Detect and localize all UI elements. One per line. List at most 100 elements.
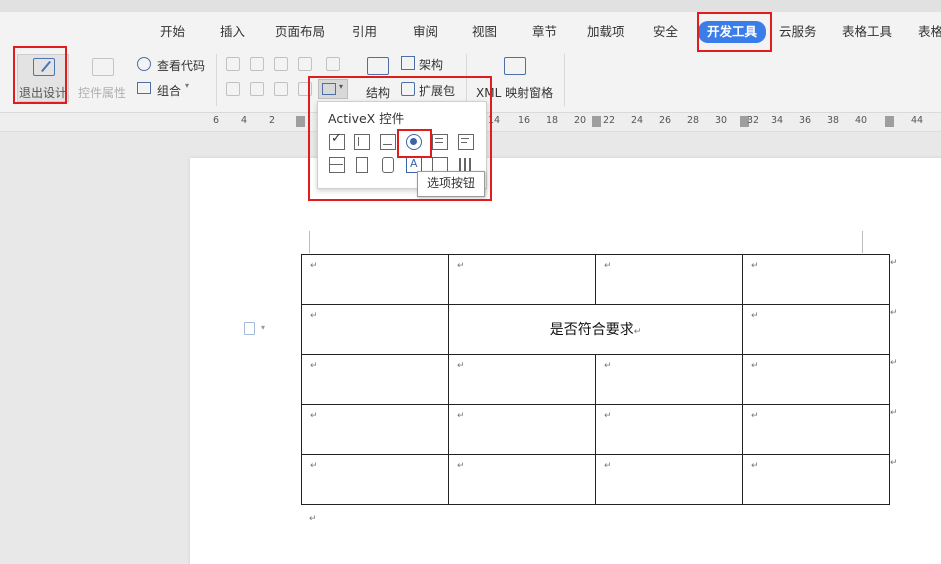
table-cell[interactable]: ↵	[301, 304, 449, 355]
window-top-strip	[0, 0, 941, 12]
ruler-margin-marker[interactable]	[296, 116, 305, 127]
table-row: ↵ ↵ ↵ ↵	[301, 354, 890, 405]
table-cell[interactable]: ↵	[301, 454, 449, 505]
tab-chapter[interactable]: 章节	[532, 22, 557, 42]
ruler-tick-label: 40	[854, 115, 868, 126]
paragraph-mark: ↵	[310, 411, 318, 421]
paragraph-mark: ↵	[310, 461, 318, 471]
paragraph-mark: ↵	[457, 411, 465, 421]
ruler-tick-label: 38	[826, 115, 840, 126]
dropdown-list-control-icon[interactable]	[250, 82, 264, 96]
ruler-tick-label: 44	[910, 115, 924, 126]
table-cell[interactable]: ↵	[448, 254, 596, 305]
ruler-tick-label: 22	[602, 115, 616, 126]
ruler-tick-label: 30	[714, 115, 728, 126]
table-cell[interactable]: ↵	[301, 354, 449, 405]
tab-cloud-service[interactable]: 云服务	[779, 22, 817, 42]
paragraph-mark: ↵	[457, 261, 465, 271]
table-cell[interactable]: ↵	[595, 354, 743, 405]
annotation-box-developer-tab	[697, 12, 772, 52]
document-table[interactable]: ↵ ↵ ↵ ↵ ↵ 是否符合要求↵ ↵ ↵ ↵ ↵ ↵ ↵ ↵ ↵ ↵ ↵ ↵ …	[301, 254, 890, 505]
paragraph-mark: ↵	[751, 411, 759, 421]
structure-icon	[367, 57, 389, 75]
paragraph-layout-icon[interactable]	[244, 322, 255, 335]
margin-corner-mark	[862, 231, 863, 253]
view-code-button[interactable]: 查看代码	[157, 57, 205, 74]
ribbon-tab-bar: 开始 插入 页面布局 引用 审阅 视图 章节 加载项 安全 开发工具 云服务 表…	[0, 12, 941, 50]
tab-view[interactable]: 视图	[472, 22, 497, 42]
text-control-icon[interactable]	[226, 57, 240, 71]
tab-addins[interactable]: 加载项	[587, 22, 625, 42]
ruler-tick-label: 18	[545, 115, 559, 126]
table-row: ↵ ↵ ↵ ↵	[301, 454, 890, 505]
paragraph-mark: ↵	[457, 361, 465, 371]
row-end-mark: ↵	[890, 408, 898, 418]
rich-text-control-icon[interactable]	[250, 57, 264, 71]
paragraph-mark: ↵	[751, 261, 759, 271]
architecture-icon	[401, 56, 415, 70]
paragraph-mark: ↵	[309, 514, 317, 524]
group-dropdown-chevron-icon[interactable]: ▾	[185, 81, 189, 90]
paragraph-mark: ↵	[751, 311, 759, 321]
tab-page-layout[interactable]: 页面布局	[275, 22, 325, 42]
ribbon-separator	[564, 54, 565, 106]
annotation-box-exit-design	[13, 46, 67, 104]
group-button[interactable]: 组合	[157, 82, 181, 99]
picture-control-icon[interactable]	[274, 57, 288, 71]
table-cell[interactable]: ↵	[595, 404, 743, 455]
tab-home[interactable]: 开始	[160, 22, 185, 42]
tab-review[interactable]: 审阅	[413, 22, 438, 42]
table-cell[interactable]: ↵	[301, 254, 449, 305]
combo-box-control-icon[interactable]	[226, 82, 240, 96]
table-cell[interactable]: ↵	[595, 454, 743, 505]
table-cell[interactable]: ↵	[448, 454, 596, 505]
ruler-tick-label: 28	[686, 115, 700, 126]
table-cell[interactable]: ↵	[742, 304, 890, 355]
paragraph-mark: ↵	[310, 311, 318, 321]
paragraph-mark: ↵	[751, 361, 759, 371]
ruler-tick-label: 34	[770, 115, 784, 126]
paragraph-mark: ↵	[310, 361, 318, 371]
control-properties-icon	[92, 58, 114, 76]
paragraph-mark: ↵	[604, 361, 612, 371]
tab-references[interactable]: 引用	[352, 22, 377, 42]
table-cell[interactable]: ↵	[595, 254, 743, 305]
table-row: ↵ ↵ ↵ ↵	[301, 254, 890, 305]
merged-cell-text: 是否符合要求↵	[549, 322, 642, 338]
control-properties-button[interactable]: 控件属性	[78, 84, 126, 101]
row-end-mark: ↵	[890, 258, 898, 268]
paragraph-mark: ↵	[751, 461, 759, 471]
table-cell[interactable]: ↵	[742, 454, 890, 505]
table-cell[interactable]: ↵	[448, 404, 596, 455]
table-cell[interactable]: ↵	[742, 404, 890, 455]
annotation-box-option-button	[397, 129, 432, 158]
building-block-control-icon[interactable]	[298, 57, 312, 71]
table-cell[interactable]: ↵	[448, 354, 596, 405]
architecture-button[interactable]: 架构	[419, 56, 443, 73]
tab-table-style[interactable]: 表格	[918, 22, 941, 42]
table-cell[interactable]: ↵	[301, 404, 449, 455]
margin-corner-mark	[309, 231, 310, 253]
table-row: ↵ 是否符合要求↵ ↵	[301, 304, 890, 355]
ruler-margin-marker[interactable]	[885, 116, 894, 127]
ruler-tick-label: 16	[517, 115, 531, 126]
xml-mapping-icon	[504, 57, 526, 75]
table-row: ↵ ↵ ↵ ↵	[301, 404, 890, 455]
ruler-tick-label: 6	[212, 115, 220, 126]
table-cell[interactable]: ↵	[742, 254, 890, 305]
date-picker-control-icon[interactable]	[274, 82, 288, 96]
table-cell[interactable]: ↵	[742, 354, 890, 405]
tab-insert[interactable]: 插入	[220, 22, 245, 42]
tab-security[interactable]: 安全	[653, 22, 678, 42]
ruler-tick-label: 20	[573, 115, 587, 126]
paragraph-mark: ↵	[310, 261, 318, 271]
paragraph-mark: ↵	[604, 411, 612, 421]
row-end-mark: ↵	[890, 358, 898, 368]
ribbon-separator	[216, 54, 217, 106]
merged-table-cell[interactable]: 是否符合要求↵	[448, 304, 743, 355]
paragraph-mark: ↵	[457, 461, 465, 471]
row-end-mark: ↵	[890, 308, 898, 318]
paragraph-layout-chevron-icon[interactable]: ▾	[261, 323, 265, 332]
tab-table-tools[interactable]: 表格工具	[842, 22, 892, 42]
checkbox-control-icon[interactable]	[326, 57, 340, 71]
